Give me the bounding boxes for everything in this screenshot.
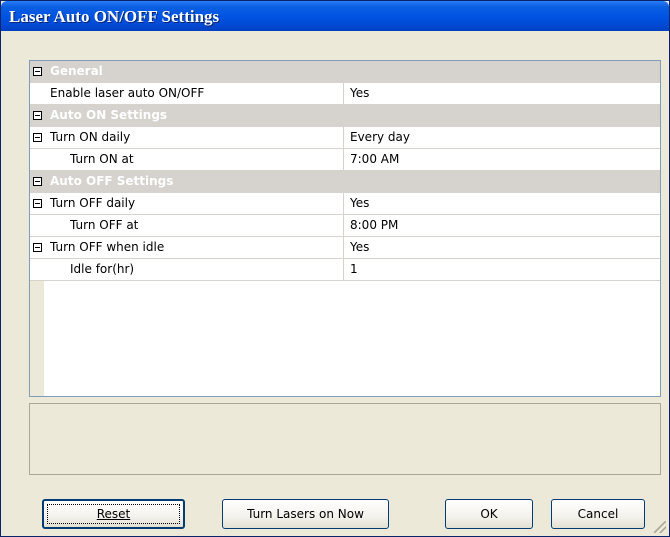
property-value[interactable]: Yes [350,196,369,210]
property-name: Turn OFF daily [50,196,136,210]
turn-lasers-on-label: Turn Lasers on Now [247,507,364,521]
property-row-turn-on-daily[interactable]: Turn ON daily Every day [30,127,660,149]
property-row-idle-for[interactable]: Idle for(hr) 1 [30,259,660,281]
property-row-turn-off-when-idle[interactable]: Turn OFF when idle Yes [30,237,660,259]
property-name: Turn OFF at [70,218,139,232]
property-value-cell[interactable] [343,259,660,280]
property-value[interactable]: 7:00 AM [350,152,399,166]
turn-lasers-on-button[interactable]: Turn Lasers on Now [222,499,389,529]
property-grid[interactable]: General Enable laser auto ON/OFF Yes Aut… [29,60,661,397]
category-label: General [50,64,103,78]
settings-dialog: Laser Auto ON/OFF Settings General Enabl… [0,0,670,537]
title-bar[interactable]: Laser Auto ON/OFF Settings [1,1,669,31]
property-value-cell[interactable] [343,237,660,258]
property-name: Idle for(hr) [70,262,135,276]
collapse-icon[interactable] [33,67,42,76]
collapse-icon[interactable] [33,177,42,186]
category-general[interactable]: General [30,61,660,83]
property-name: Turn ON daily [50,130,131,144]
collapse-icon[interactable] [33,111,42,120]
ok-button[interactable]: OK [445,499,533,529]
category-auto-on[interactable]: Auto ON Settings [30,105,660,127]
reset-button[interactable]: Reset [42,499,185,529]
window-title: Laser Auto ON/OFF Settings [9,7,220,26]
focus-rect [47,504,180,524]
property-name: Turn ON at [70,152,134,166]
property-value[interactable]: Every day [350,130,410,144]
property-name: Enable laser auto ON/OFF [50,86,205,100]
category-auto-off[interactable]: Auto OFF Settings [30,171,660,193]
property-value[interactable]: Yes [350,86,369,100]
property-row-turn-off-at[interactable]: Turn OFF at 8:00 PM [30,215,660,237]
property-value-cell[interactable] [343,83,660,104]
category-label: Auto ON Settings [50,108,168,122]
collapse-icon[interactable] [33,243,42,252]
property-row-turn-off-daily[interactable]: Turn OFF daily Yes [30,193,660,215]
property-row-enable[interactable]: Enable laser auto ON/OFF Yes [30,83,660,105]
ok-label: OK [480,507,498,521]
collapse-icon[interactable] [33,199,42,208]
resize-grip-icon[interactable] [654,521,666,533]
property-value[interactable]: Yes [350,240,369,254]
property-value[interactable]: 1 [350,262,358,276]
property-name: Turn OFF when idle [50,240,165,254]
collapse-icon[interactable] [33,133,42,142]
cancel-button[interactable]: Cancel [551,499,645,529]
property-row-turn-on-at[interactable]: Turn ON at 7:00 AM [30,149,660,171]
property-value-cell[interactable] [343,193,660,214]
description-panel [29,403,661,475]
category-label: Auto OFF Settings [50,174,174,188]
property-value[interactable]: 8:00 PM [350,218,398,232]
cancel-label: Cancel [577,507,619,521]
